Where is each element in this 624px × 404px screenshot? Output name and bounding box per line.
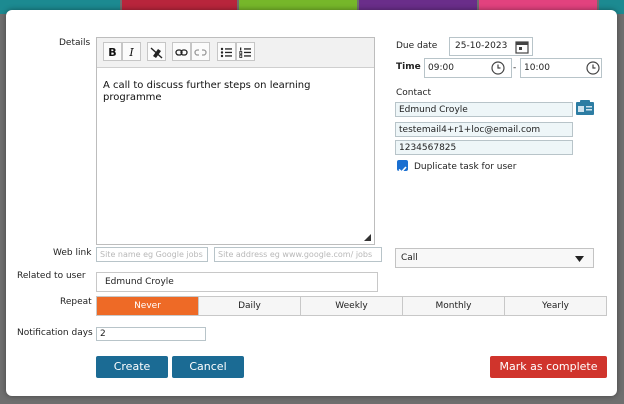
clear-format-icon (150, 47, 163, 59)
repeat-option-yearly[interactable]: Yearly (505, 297, 606, 315)
repeat-segmented-control: Never Daily Weekly Monthly Yearly (96, 296, 607, 316)
editor-toolbar: B I (97, 38, 374, 68)
clock-icon[interactable] (586, 61, 600, 75)
link-button[interactable] (172, 42, 191, 61)
clock-icon[interactable] (491, 61, 505, 75)
web-link-label: Web link (53, 248, 92, 258)
create-button[interactable]: Create (96, 356, 168, 378)
details-label: Details (59, 38, 91, 48)
related-user-input[interactable]: Edmund Croyle (96, 272, 378, 292)
checkbox-icon (398, 166, 407, 174)
numbered-list-button[interactable] (236, 42, 255, 61)
unlink-button[interactable] (191, 42, 210, 61)
bullet-list-icon (220, 47, 232, 58)
task-type-select[interactable]: Call (395, 248, 594, 268)
notification-days-label: Notification days (17, 328, 93, 338)
calendar-icon (515, 41, 529, 54)
time-separator: - (513, 63, 517, 73)
time-label: Time (396, 62, 421, 72)
repeat-option-monthly[interactable]: Monthly (403, 297, 505, 315)
italic-button[interactable]: I (122, 42, 141, 61)
task-dialog: Details B I A call to discuss further st… (6, 10, 617, 396)
bullet-list-button[interactable] (217, 42, 236, 61)
clear-format-button[interactable] (147, 42, 166, 61)
due-date-label: Due date (396, 41, 438, 51)
contact-phone-input[interactable]: 1234567825 (395, 140, 573, 155)
related-user-label: Related to user (17, 271, 86, 281)
duplicate-label: Duplicate task for user (414, 162, 517, 172)
italic-icon: I (129, 46, 134, 59)
bold-icon: B (108, 46, 117, 59)
repeat-option-weekly[interactable]: Weekly (301, 297, 403, 315)
bold-button[interactable]: B (103, 42, 122, 61)
task-type-value: Call (401, 253, 418, 263)
link-icon (175, 49, 188, 56)
notification-days-input[interactable]: 2 (96, 327, 206, 341)
repeat-label: Repeat (60, 297, 92, 307)
numbered-list-icon (239, 47, 251, 58)
resize-grip-icon[interactable] (364, 234, 371, 241)
contact-label: Contact (396, 88, 432, 98)
repeat-option-daily[interactable]: Daily (199, 297, 301, 315)
web-link-address-input[interactable]: Site address eg www.google.com/ jobs (214, 247, 382, 262)
cancel-button[interactable]: Cancel (172, 356, 244, 378)
unlink-icon (194, 49, 207, 56)
web-link-name-input[interactable]: Site name eg Google jobs (96, 247, 208, 262)
chevron-down-icon (575, 256, 584, 262)
contact-name-input[interactable]: Edmund Croyle (395, 102, 573, 117)
repeat-option-never[interactable]: Never (97, 297, 199, 315)
calendar-button[interactable] (515, 39, 531, 55)
contact-email-input[interactable]: testemail4+r1+loc@email.com (395, 122, 573, 137)
contact-card-icon[interactable] (575, 100, 595, 116)
details-text[interactable]: A call to discuss further steps on learn… (103, 80, 363, 104)
mark-complete-button[interactable]: Mark as complete (490, 356, 607, 378)
rich-text-editor[interactable]: B I A call to discuss further steps on l… (96, 37, 375, 245)
duplicate-checkbox[interactable] (397, 160, 408, 174)
